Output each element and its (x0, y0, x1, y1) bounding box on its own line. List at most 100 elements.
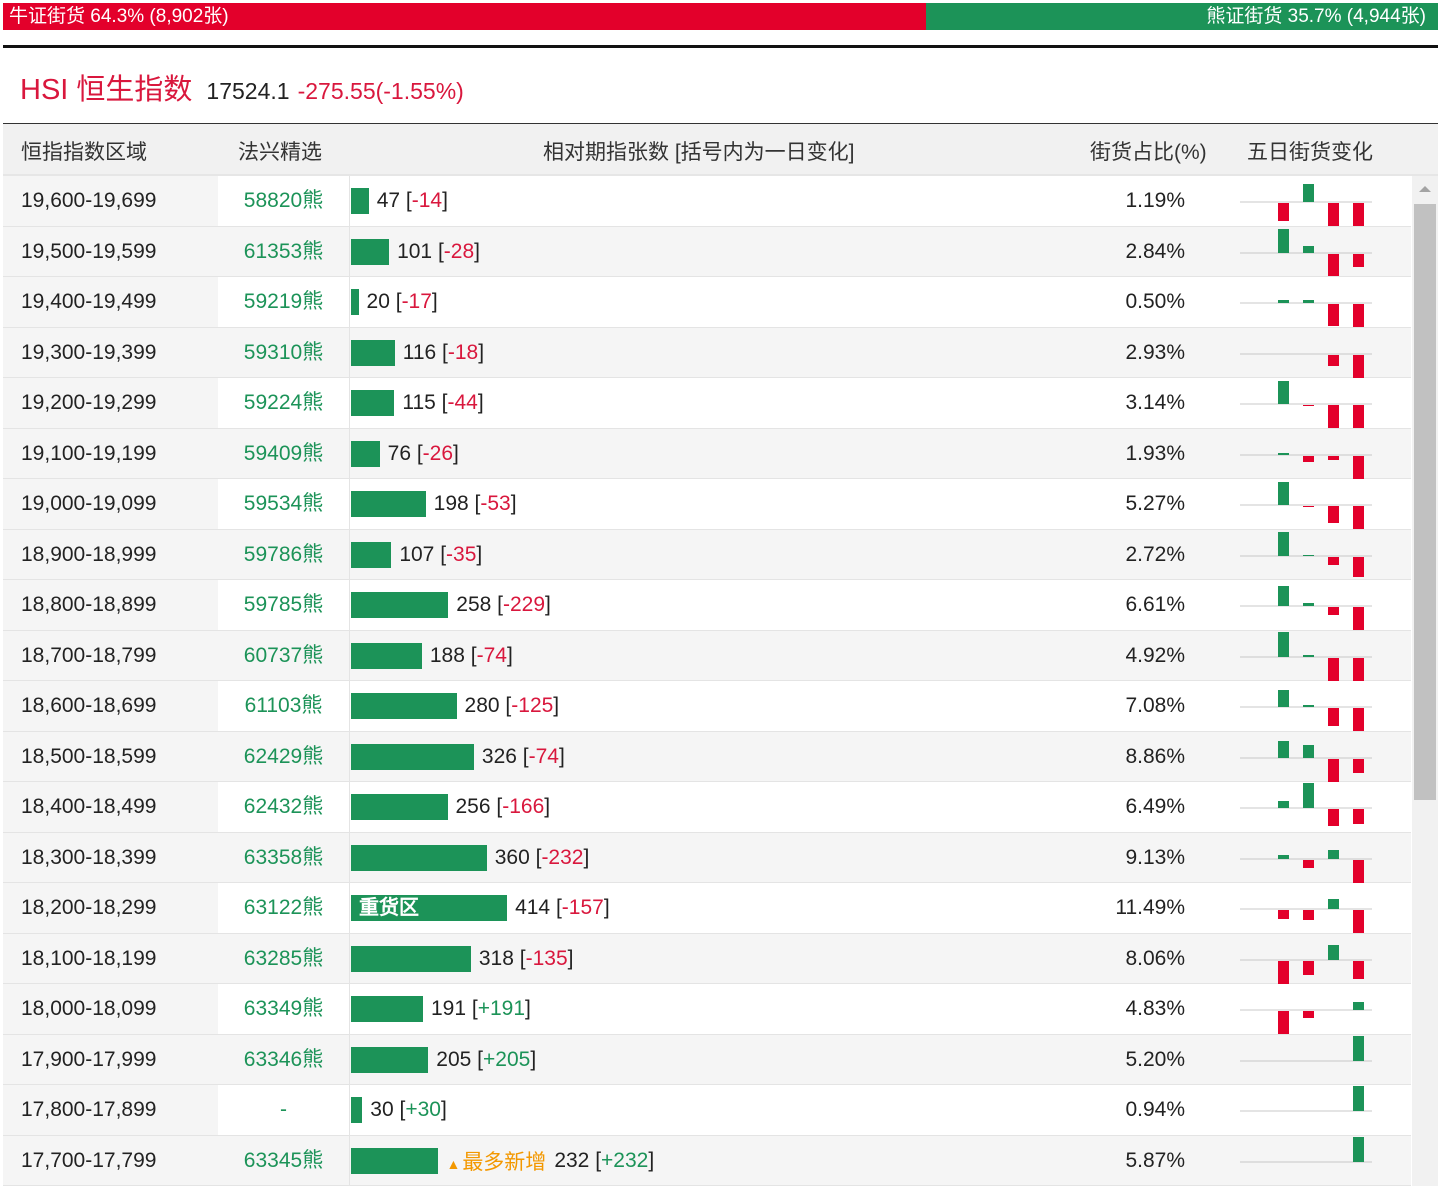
count-value: 47 (376, 189, 401, 212)
count-value: 20 (366, 290, 390, 313)
bracket: ] (440, 1098, 447, 1121)
pick-link[interactable]: 58820熊 (218, 176, 350, 226)
header-trend[interactable]: 五日街货变化 (1247, 136, 1373, 166)
count-bar (351, 743, 474, 770)
trend-bar (1353, 354, 1364, 378)
trend-bar (1278, 854, 1289, 859)
count-bar (351, 339, 395, 366)
trend-bar (1353, 1136, 1364, 1162)
bracket: [ (464, 643, 477, 667)
range-cell: 17,900-17,999 (3, 1034, 218, 1084)
ratio-cell: 6.61% (1125, 593, 1185, 616)
scrollbar-thumb[interactable] (1414, 204, 1436, 800)
ratio-cell: 9.13% (1125, 845, 1185, 869)
trend-bar (1353, 1086, 1364, 1111)
count-value: 101 (397, 239, 433, 263)
delta-value: -135 (525, 946, 568, 970)
scrollbar[interactable] (1412, 176, 1438, 1186)
pick-link[interactable]: 59224熊 (218, 378, 350, 428)
trend-bar (1303, 783, 1314, 808)
table-row: 17,700-17,799 63345熊 ▲最多新增 232 [+232] 5.87% (3, 1135, 1411, 1186)
header-pick[interactable]: 法兴精选 (238, 136, 322, 166)
pick-link[interactable]: - (218, 1085, 350, 1135)
trend-bar (1328, 405, 1339, 428)
range-cell: 18,600-18,699 (3, 681, 218, 731)
pick-link[interactable]: 63345熊 (218, 1135, 350, 1185)
delta-value: -232 (541, 845, 584, 869)
table-row: 19,300-19,399 59310熊 116 [-18] 2.93% (3, 327, 1411, 378)
delta-value: +232 (601, 1148, 649, 1172)
ratio-cell: 2.93% (1125, 340, 1185, 364)
bracket: [ (589, 1148, 602, 1172)
pick-link[interactable]: 59310熊 (218, 327, 350, 377)
trend-chart (1240, 353, 1372, 378)
bull-bear-ratio-bar: 牛证街货 64.3% (8,902张) 熊证街货 35.7% (4,944张) (3, 3, 1438, 30)
trend-bar (1278, 586, 1289, 606)
trend-bar (1353, 203, 1364, 226)
pick-link[interactable]: 63358熊 (218, 832, 350, 882)
bracket: [ (400, 189, 412, 212)
bracket: ] (474, 239, 480, 263)
count-value: 191 (431, 997, 467, 1020)
pick-link[interactable]: 63349熊 (218, 984, 350, 1034)
pick-link[interactable]: 61353熊 (218, 226, 350, 276)
trend-bar (1353, 758, 1364, 773)
count-value: 258 (456, 593, 492, 616)
count-cell: 205 [+205] (351, 1046, 537, 1073)
trend-chart (1240, 228, 1372, 276)
pick-link[interactable]: 59786熊 (218, 529, 350, 579)
pick-link[interactable]: 59219熊 (218, 277, 350, 327)
count-bar (351, 642, 422, 669)
count-cell: 191 [+191] (351, 996, 531, 1022)
trend-bar (1353, 809, 1364, 824)
table-row: 18,500-18,599 62429熊 326 [-74] 8.86% (3, 731, 1411, 782)
pick-link[interactable]: 59534熊 (218, 479, 350, 529)
ratio-cell: 5.27% (1125, 492, 1185, 515)
ratio-cell: 0.50% (1125, 290, 1185, 313)
bracket: [ (550, 896, 562, 919)
delta-value: -53 (480, 492, 511, 515)
bracket: ] (478, 340, 485, 364)
header-count[interactable]: 相对期指张数 [括号内为一日变化] (543, 136, 855, 166)
count-bar (351, 491, 426, 517)
scroll-up-arrow-icon[interactable] (1419, 186, 1431, 192)
count-value: 360 (494, 845, 530, 869)
count-bar (351, 238, 390, 265)
count-bar (351, 592, 449, 618)
pick-link[interactable]: 62432熊 (218, 782, 350, 832)
trend-bar (1353, 253, 1364, 267)
trend-chart (1240, 690, 1372, 731)
count-bar (351, 1097, 363, 1123)
index-price: 17524.1 (206, 78, 290, 104)
count-value: 232 (554, 1148, 590, 1172)
bracket: ] (530, 1047, 537, 1071)
pick-link[interactable]: 63122熊 (218, 883, 350, 933)
table-header: 恒指指数区域 法兴精选 相对期指张数 [括号内为一日变化] 街货占比(%) 五日… (3, 123, 1438, 176)
trend-chart (1240, 899, 1372, 933)
ratio-cell: 4.83% (1125, 997, 1185, 1020)
range-cell: 18,800-18,899 (3, 580, 218, 630)
pick-link[interactable]: 59409熊 (218, 428, 350, 478)
trend-bar (1353, 910, 1364, 933)
trend-chart (1240, 452, 1372, 479)
trend-bar (1328, 849, 1339, 859)
header-range[interactable]: 恒指指数区域 (21, 136, 147, 166)
pick-link[interactable]: 59785熊 (218, 580, 350, 630)
trend-chart (1240, 1086, 1372, 1112)
table-row: 18,300-18,399 63358熊 360 [-232] 9.13% (3, 832, 1411, 883)
index-change: -275.55(-1.55%) (297, 78, 464, 104)
range-cell: 19,000-19,099 (3, 479, 218, 529)
pick-link[interactable]: 62429熊 (218, 731, 350, 781)
trend-bar (1328, 203, 1339, 226)
pick-link[interactable]: 60737熊 (218, 630, 350, 680)
count-cell: 重货区 414 [-157] (351, 895, 610, 921)
bracket: [ (491, 593, 503, 616)
header-ratio[interactable]: 街货占比(%) (1090, 136, 1207, 166)
bracket: ] (545, 593, 551, 616)
count-value: 326 (481, 744, 517, 768)
trend-bar (1278, 690, 1289, 707)
pick-link[interactable]: 63346熊 (218, 1034, 350, 1084)
bear-outstanding: 熊证街货 35.7% (4,944张) (926, 3, 1438, 30)
pick-link[interactable]: 63285熊 (218, 933, 350, 983)
pick-link[interactable]: 61103熊 (218, 681, 350, 731)
